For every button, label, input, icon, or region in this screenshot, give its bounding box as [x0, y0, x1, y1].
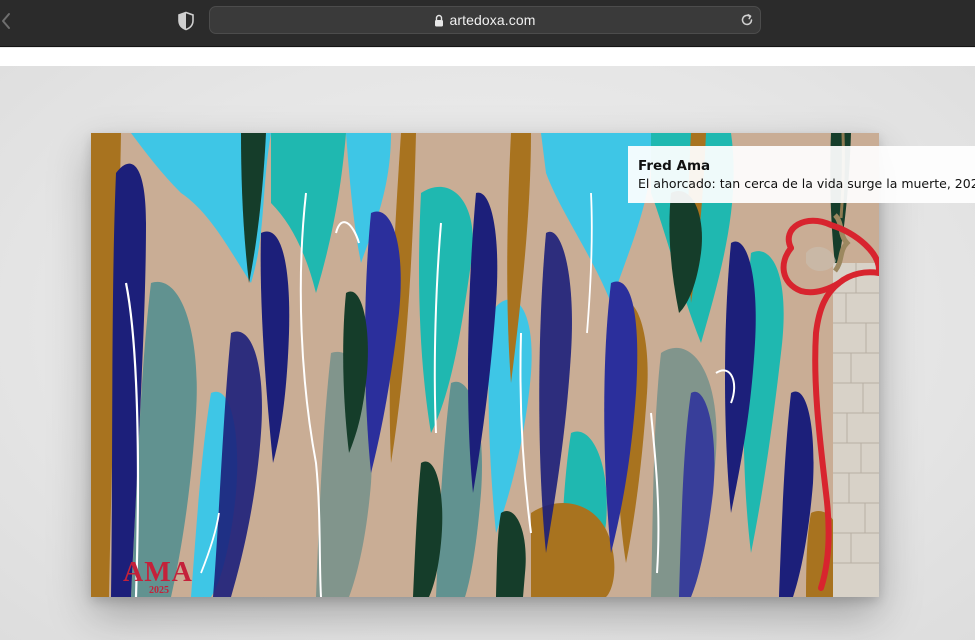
artist-name: Fred Ama — [638, 158, 711, 174]
artwork-caption: Fred Ama El ahorcado: tan cerca de la vi… — [628, 146, 975, 203]
chevron-left-icon[interactable] — [0, 10, 14, 32]
url-text: artedoxa.com — [449, 12, 536, 28]
lock-icon — [435, 14, 444, 26]
reload-icon[interactable] — [740, 13, 754, 27]
painting-signature-year: 2025 — [149, 585, 169, 596]
browser-toolbar: artedoxa.com — [0, 0, 975, 47]
page-header-strip — [0, 48, 975, 66]
artwork-title: El ahorcado: tan cerca de la vida surge … — [638, 176, 975, 191]
painting-signature-ama: AMA — [123, 557, 193, 588]
url-display: artedoxa.com — [434, 12, 535, 28]
address-bar[interactable]: artedoxa.com — [209, 6, 761, 34]
shield-icon[interactable] — [177, 11, 195, 31]
